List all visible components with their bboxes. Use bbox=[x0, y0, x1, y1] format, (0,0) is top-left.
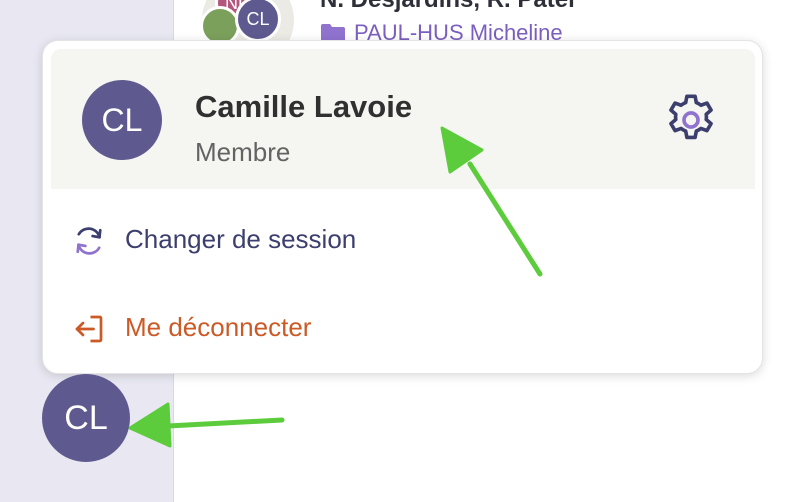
logout-icon bbox=[75, 315, 103, 343]
account-menu-popup: CL Camille Lavoie Membre Changer de sess… bbox=[42, 40, 763, 374]
profile-role: Membre bbox=[195, 137, 291, 167]
profile-avatar: CL bbox=[82, 80, 162, 160]
refresh-icon bbox=[76, 227, 102, 255]
logout-item[interactable]: Me déconnecter bbox=[51, 297, 755, 357]
gear-icon[interactable] bbox=[662, 91, 720, 149]
profile-header[interactable]: CL Camille Lavoie Membre bbox=[51, 49, 755, 189]
sidebar-avatar-button[interactable]: CL bbox=[42, 374, 130, 462]
logout-label: Me déconnecter bbox=[125, 311, 312, 342]
conversation-title[interactable]: N. Desjardins, R. Patel bbox=[320, 0, 575, 14]
switch-session-item[interactable]: Changer de session bbox=[51, 209, 755, 269]
switch-session-label: Changer de session bbox=[125, 223, 357, 254]
profile-name: Camille Lavoie bbox=[195, 89, 413, 124]
